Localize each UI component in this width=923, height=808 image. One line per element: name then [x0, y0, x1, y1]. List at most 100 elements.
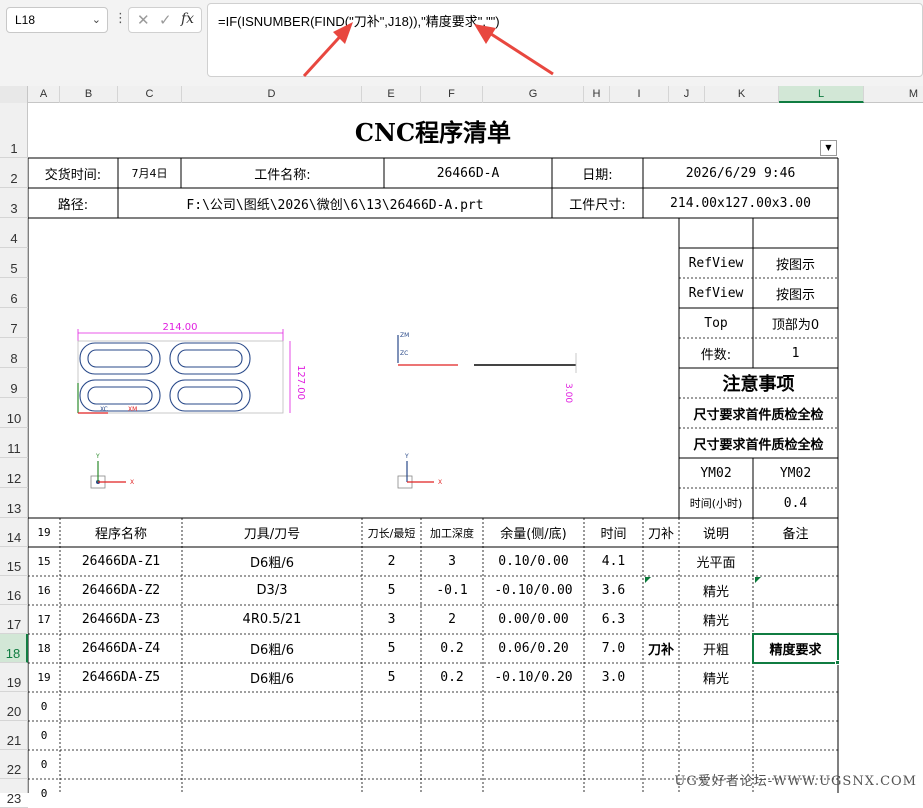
program-cell-allow: 0.00/0.00 [498, 612, 569, 627]
axis-zc-label: ZC [400, 350, 408, 357]
note-2: 尺寸要求首件质检全检 [693, 437, 824, 453]
row-header-20[interactable]: 20 [0, 692, 28, 721]
program-cell-tool: D6粗/6 [250, 672, 294, 687]
date-label: 日期: [582, 167, 613, 183]
header-program-name: 程序名称 [94, 527, 147, 542]
info-value-1: 按图示 [775, 257, 815, 273]
empty-row-index: 0 [40, 787, 48, 800]
program-cell-desc: 精光 [702, 585, 729, 600]
date-value: 2026/6/29 9:46 [685, 165, 796, 181]
row-header-4[interactable]: 4 [0, 218, 28, 248]
program-cell-depth: 3 [448, 554, 456, 569]
info-key-3: Top [704, 315, 728, 331]
header-note: 备注 [782, 527, 809, 542]
row-header-9[interactable]: 9 [0, 368, 28, 398]
info-value-4: 1 [791, 345, 800, 361]
program-cell-name: 26466DA-Z3 [81, 612, 161, 627]
program-cell-depth: 2 [448, 612, 456, 627]
program-cell-tool: D6粗/6 [250, 556, 294, 571]
program-cell-comp [643, 605, 679, 634]
row-header-13[interactable]: 13 [0, 488, 28, 518]
program-cell-no: 18 [37, 642, 51, 655]
header-time: 时间 [600, 527, 627, 542]
info-value-3: 顶部为0 [771, 317, 820, 333]
program-cell-note [753, 605, 838, 634]
header-comp: 刀补 [647, 527, 674, 542]
row-header-5[interactable]: 5 [0, 248, 28, 278]
header-tool: 刀具/刀号 [243, 527, 301, 542]
program-cell-name: 26466DA-Z2 [81, 583, 161, 598]
row-header-12[interactable]: 12 [0, 458, 28, 488]
info-key-4: 件数: [700, 347, 732, 363]
size-value: 214.00x127.00x3.00 [670, 195, 811, 211]
program-cell-len: 5 [387, 583, 396, 598]
program-cell-len: 5 [387, 670, 396, 685]
axis-zm-label: ZM [400, 332, 409, 339]
program-cell-time: 7.0 [601, 641, 626, 656]
program-cell-time: 3.0 [601, 670, 626, 685]
row-header-3[interactable]: 3 [0, 188, 28, 218]
row-header-23[interactable]: 23 [0, 779, 28, 808]
row-header-8[interactable]: 8 [0, 338, 28, 368]
triad1-y-label: Y [95, 453, 100, 460]
selected-cell-l18[interactable] [752, 633, 839, 664]
thickness-dimension: 3.00 [563, 383, 573, 403]
width-dimension: 214.00 [163, 322, 198, 333]
watermark: UG爱好者论坛-WWW.UGSNX.COM [674, 774, 917, 789]
program-cell-len: 5 [387, 641, 396, 656]
row-header-19[interactable]: 19 [0, 663, 28, 692]
program-cell-desc: 精光 [702, 672, 729, 687]
program-cell-allow: 0.06/0.20 [498, 641, 569, 656]
row-header-2[interactable]: 2 [0, 158, 28, 188]
program-cell-name: 26466DA-Z1 [81, 554, 161, 569]
notes-title: 注意事项 [722, 374, 795, 395]
program-cell-time: 6.3 [601, 612, 626, 627]
annotation-arrows [302, 22, 554, 78]
program-cell-depth: -0.1 [436, 583, 468, 598]
header-desc: 说明 [702, 527, 729, 542]
program-cell-desc: 光平面 [696, 556, 736, 571]
program-cell-comp [643, 547, 679, 576]
error-indicator-icon[interactable] [755, 577, 761, 583]
program-cell-allow: -0.10/0.00 [494, 583, 573, 598]
axis-xc-label: XC [100, 406, 108, 413]
time-value: 0.4 [783, 495, 808, 511]
row-header-7[interactable]: 7 [0, 308, 28, 338]
program-cell-allow: -0.10/0.20 [494, 670, 573, 685]
empty-row-index: 0 [40, 700, 48, 713]
row-header-6[interactable]: 6 [0, 278, 28, 308]
part-name-value: 26466D-A [436, 165, 500, 181]
row-header-14[interactable]: 14 [0, 518, 28, 547]
header-depth: 加工深度 [430, 526, 474, 540]
program-cell-len: 2 [387, 554, 396, 569]
row-header-16[interactable]: 16 [0, 576, 28, 605]
triad1-x-label: X [130, 479, 134, 486]
program-cell-desc: 精光 [702, 614, 729, 629]
error-indicator-icon[interactable] [645, 577, 651, 583]
program-cell-name: 26466DA-Z4 [81, 641, 161, 656]
info-key-2: RefView [688, 285, 744, 301]
program-cell-time: 3.6 [601, 583, 626, 598]
row-header-1[interactable]: 1 [0, 103, 28, 158]
program-cell-depth: 0.2 [440, 641, 464, 656]
row-header-10[interactable]: 10 [0, 398, 28, 428]
program-cell-len: 3 [387, 612, 396, 627]
program-cell-no: 19 [37, 671, 51, 684]
axis-xm-label: XM [128, 406, 137, 413]
row-header-17[interactable]: 17 [0, 605, 28, 634]
note-1: 尺寸要求首件质检全检 [693, 407, 824, 423]
program-cell-comp: 刀补 [647, 643, 674, 658]
row-header-15[interactable]: 15 [0, 547, 28, 576]
program-cell-tool: D6粗/6 [250, 643, 294, 658]
fill-handle[interactable] [835, 660, 840, 665]
row-header-11[interactable]: 11 [0, 428, 28, 458]
row-header-18[interactable]: 18 [0, 634, 28, 663]
program-cell-no: 17 [37, 613, 51, 626]
row-header-21[interactable]: 21 [0, 721, 28, 750]
worksheet[interactable]: ▼ CNC程序清单 交货时间: 7月4日 工件名称: 26466D-A 日期: … [28, 103, 923, 800]
program-cell-no: 16 [37, 584, 51, 597]
time-label: 时间(小时) [689, 497, 743, 510]
path-value: F:\公司\图纸\2026\微创\6\13\26466D-A.prt [186, 197, 484, 213]
sheet-title: CNC程序清单 [354, 118, 512, 147]
row-header-22[interactable]: 22 [0, 750, 28, 779]
